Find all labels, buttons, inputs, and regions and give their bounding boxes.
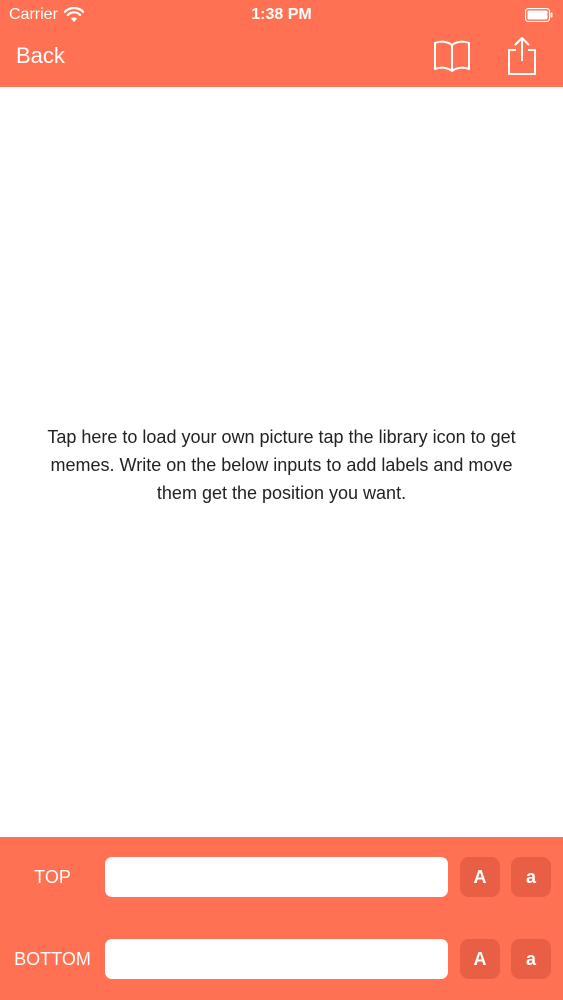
status-time: 1:38 PM	[251, 6, 312, 23]
top-lowercase-button[interactable]: a	[511, 857, 551, 897]
header: Carrier 1:38 PM Back	[0, 0, 563, 87]
bottom-lowercase-button[interactable]: a	[511, 939, 551, 979]
top-uppercase-button[interactable]: A	[460, 857, 500, 897]
nav-bar: Back	[0, 30, 563, 87]
back-button[interactable]: Back	[16, 43, 65, 69]
canvas-hint: Tap here to load your own picture tap th…	[47, 427, 516, 503]
image-canvas[interactable]: Tap here to load your own picture tap th…	[0, 87, 563, 837]
status-bar: Carrier 1:38 PM	[0, 0, 563, 30]
share-button[interactable]	[505, 34, 539, 76]
top-label-row: TOP A a	[0, 857, 563, 899]
bottom-label-row: BOTTOM A a	[0, 939, 563, 981]
bottom-text-input[interactable]	[105, 939, 448, 979]
share-icon	[505, 37, 539, 80]
bottom-uppercase-button[interactable]: A	[460, 939, 500, 979]
battery-icon	[524, 7, 553, 23]
library-button[interactable]	[433, 38, 471, 74]
book-icon	[433, 40, 471, 78]
top-text-input[interactable]	[105, 857, 448, 897]
top-label: TOP	[34, 867, 71, 887]
bottom-label: BOTTOM	[14, 949, 91, 969]
label-controls: TOP A a BOTTOM A a	[0, 837, 563, 1000]
